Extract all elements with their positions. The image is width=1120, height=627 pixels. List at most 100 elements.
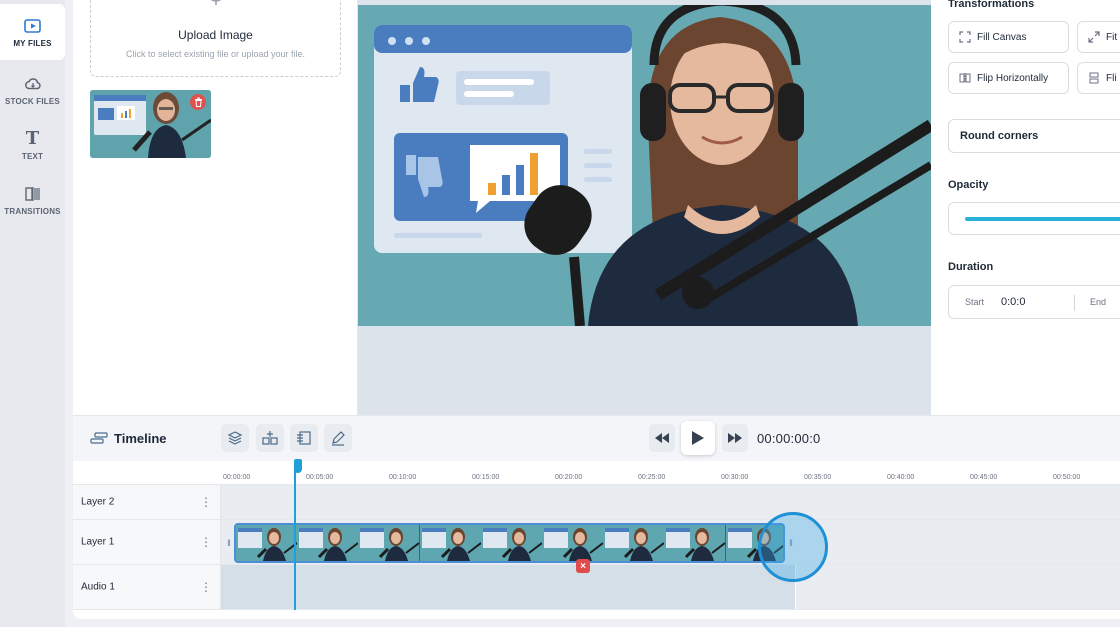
fast-forward-button[interactable] [722,424,748,452]
fill-canvas-button[interactable]: Fill Canvas [948,21,1069,53]
track-label: Layer 1 ⋮ [73,520,221,564]
timecode-display: 00:00:00:0 [757,431,821,446]
clip-frame [236,525,298,561]
layers-icon [227,431,243,445]
upload-dropzone[interactable]: Upload Image Click to select existing fi… [90,0,341,77]
tick-label: 00:40:00 [887,474,915,481]
tick-label: 00:05:00 [306,474,334,481]
timeline-title: Timeline [114,431,167,446]
upload-subtitle: Click to select existing file or upload … [125,49,306,59]
fit-label: Fit [1106,31,1118,43]
track-label: Audio 1 ⋮ [73,565,221,609]
podcast-woman-image [358,5,931,326]
track-layer-2[interactable]: Layer 2 ⋮ [73,485,1120,520]
delete-file-button[interactable] [190,94,206,110]
round-corners-label: Round corners [960,130,1039,142]
timeline-ruler[interactable]: 00:00:00 00:05:00 00:10:00 00:15:00 00:2… [73,461,1120,485]
rewind-icon [655,433,669,443]
tick-label: 00:45:00 [970,474,998,481]
canvas-area [358,0,931,415]
rail-item-transitions[interactable]: TRANSITIONS [0,172,65,228]
rail-item-label: TRANSITIONS [4,206,61,216]
tick-label: 00:00:00 [223,474,251,481]
file-thumbnail[interactable] [90,90,211,158]
left-rail: MY FILES STOCK FILES T TEXT TRANSITIONS [0,0,65,627]
rail-item-text[interactable]: T TEXT [0,117,65,173]
end-label: End [1090,297,1107,307]
clip-frame [603,525,665,561]
track-audio-1[interactable]: Audio 1 ⋮ [73,565,1120,610]
split-icon [262,431,278,445]
tick-label: 00:35:00 [804,474,832,481]
flip-vertically-button[interactable]: Fli [1077,62,1120,94]
editor-main: Upload Image Click to select existing fi… [73,0,1120,619]
clip-frame [541,525,604,561]
timeline-header: Timeline 00:00:00:0 [73,415,1120,461]
track-menu-icon[interactable]: ⋮ [200,536,212,548]
duration-field: Start 0:0:0 End [948,285,1120,319]
split-button[interactable] [256,424,284,452]
my-files-panel: Upload Image Click to select existing fi… [73,0,358,415]
fast-forward-icon [728,433,742,443]
audio-track-area[interactable] [221,565,796,609]
track-menu-icon[interactable]: ⋮ [200,496,212,508]
trash-icon [194,97,202,107]
rail-item-stock-files[interactable]: STOCK FILES [0,62,65,118]
round-corners-select[interactable]: Round corners [948,119,1120,153]
cloud-icon [23,75,43,93]
crop-button[interactable] [290,424,318,452]
upload-icon [210,0,222,5]
remove-clip-button[interactable]: × [576,559,590,573]
opacity-slider-fill [965,217,1120,221]
tick-label: 00:15:00 [472,474,500,481]
flip-horizontally-button[interactable]: Flip Horizontally [948,62,1069,94]
clip-frame [480,525,543,561]
tick-label: 00:30:00 [721,474,749,481]
edit-button[interactable] [324,424,352,452]
fit-button[interactable]: Fit [1077,21,1120,53]
rail-item-label: MY FILES [13,38,52,48]
upload-title: Upload Image [178,28,253,42]
playhead-handle[interactable] [294,459,302,473]
clip-left-handle[interactable]: ‖ [224,523,234,563]
clip-frame [297,525,359,561]
rail-item-label: STOCK FILES [5,96,60,106]
rewind-button[interactable] [649,424,675,452]
properties-panel: Transformations Fill Canvas Fit Flip Hor… [931,0,1120,415]
transitions-icon [23,185,43,203]
timeline-icon [90,432,108,444]
pencil-icon [332,431,345,446]
flip-horizontally-label: Flip Horizontally [977,72,1049,84]
duration-divider [1074,295,1075,311]
image-folder-icon [23,17,43,35]
image-clip[interactable] [234,523,785,563]
layers-button[interactable] [221,424,249,452]
track-name: Layer 2 [81,496,115,508]
flip-horizontal-icon [959,72,971,84]
track-name: Audio 1 [81,581,115,593]
click-highlight [758,512,828,582]
crop-icon [297,431,311,445]
fill-canvas-icon [959,31,971,43]
rail-item-my-files[interactable]: MY FILES [0,4,65,60]
rail-item-label: TEXT [21,151,44,161]
fill-canvas-label: Fill Canvas [977,31,1027,43]
duration-title: Duration [948,261,994,273]
start-time-input[interactable]: 0:0:0 [1001,296,1025,308]
opacity-slider[interactable] [948,202,1120,235]
flip-vertical-icon [1088,72,1100,84]
play-icon [692,431,704,445]
tick-label: 00:10:00 [389,474,417,481]
clip-frame [664,525,726,561]
track-label: Layer 2 ⋮ [73,485,221,519]
play-button[interactable] [681,421,715,455]
track-layer-1[interactable]: Layer 1 ⋮ ‖ ‖ [73,520,1120,565]
clip-frame [419,525,482,561]
opacity-title: Opacity [948,179,989,191]
tick-label: 00:25:00 [638,474,666,481]
start-label: Start [965,297,985,307]
track-menu-icon[interactable]: ⋮ [200,581,212,593]
canvas-image-layer[interactable] [358,5,931,326]
flip-vertically-label: Fli [1106,72,1117,84]
tick-label: 00:50:00 [1053,474,1081,481]
